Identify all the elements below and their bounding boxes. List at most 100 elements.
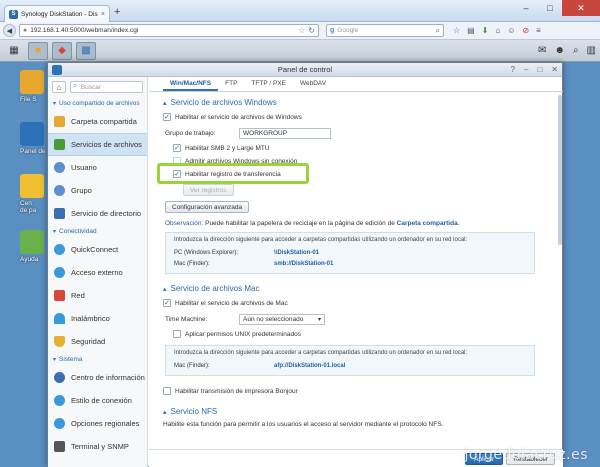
bonjour-row: Habilitar transmisión de impresora Bonjo… — [163, 385, 553, 397]
browser-tab[interactable]: S Synology DiskStation - DiskSt... × — [4, 5, 110, 22]
browser-toolbar-icons: ☆ ▤ ⬇ ⌂ ☺ ⊘ ≡ — [453, 26, 541, 35]
scrollbar[interactable] — [558, 95, 562, 245]
bonjour-checkbox[interactable] — [163, 387, 171, 395]
sidebar-item-quickconnect[interactable]: QuickConnect — [48, 238, 147, 261]
sidebar-item-label: Inalámbrico — [71, 314, 110, 323]
file-station-taskbar-icon[interactable]: ■ — [28, 41, 48, 60]
chevron-down-icon: ▾ — [317, 316, 321, 323]
windows-section-header[interactable]: ▴ Servicio de archivos Windows — [163, 96, 553, 109]
chevron-down-icon: ▾ — [53, 357, 57, 363]
tab-ftp[interactable]: FTP — [218, 77, 244, 91]
sidebar-item-label: Terminal y SNMP — [71, 442, 129, 451]
minimize-button[interactable]: – — [514, 0, 538, 16]
reload-icon[interactable]: ↻ — [308, 26, 315, 35]
sidebar-section-system[interactable]: ▾ Sistema — [48, 353, 147, 366]
sidebar-item-external-access[interactable]: Acceso externo — [48, 261, 147, 284]
control-panel-taskbar-icon[interactable]: ▩ — [76, 41, 96, 60]
enable-mac-row: ✓ Habilitar el servicio de archivos de M… — [163, 297, 553, 309]
section-title: Servicio NFS — [170, 407, 218, 416]
clipboard-icon[interactable]: ▤ — [467, 26, 475, 35]
window-controls: – □ ✕ — [514, 0, 600, 16]
main-menu-icon[interactable]: ▦ — [4, 42, 24, 60]
enable-windows-checkbox[interactable]: ✓ — [163, 113, 171, 121]
section-label: Sistema — [59, 356, 83, 363]
sidebar-item-security[interactable]: Seguridad — [48, 330, 147, 353]
smb2-checkbox[interactable]: ✓ — [173, 144, 181, 152]
globe-icon: ● — [23, 27, 28, 34]
note-label: Observación: — [165, 220, 204, 227]
window-title: Panel de control — [277, 65, 333, 74]
tab-webdav[interactable]: WebDAV — [293, 77, 333, 91]
widgets-icon[interactable]: ▥ — [587, 45, 596, 56]
nfs-section-header[interactable]: ▴ Servicio NFS — [163, 405, 553, 418]
file-station-desktop-icon[interactable] — [20, 70, 44, 94]
advanced-settings-button[interactable]: Configuración avanzada — [165, 201, 250, 213]
chat-icon[interactable]: ✉ — [538, 45, 546, 56]
star-icon[interactable]: ☆ — [298, 26, 305, 35]
search-taskbar-icon[interactable]: ⌕ — [573, 45, 579, 56]
taskbar-right-icons: ✉ ☻ ⌕ ▥ — [538, 45, 596, 56]
unix-perms-checkbox[interactable] — [173, 330, 181, 338]
bookmark-icon[interactable]: ☆ — [453, 26, 460, 35]
sidebar-item-regional-options[interactable]: Opciones regionales — [48, 412, 147, 435]
sidebar-item-group[interactable]: Grupo — [48, 179, 147, 202]
sidebar-search-input[interactable]: Buscar — [69, 81, 143, 93]
search-icon[interactable]: ⌕ — [436, 26, 440, 36]
time-machine-select[interactable]: Aún no seleccionado ▾ — [239, 313, 325, 325]
help-button[interactable]: ? — [511, 63, 515, 77]
enable-mac-checkbox[interactable]: ✓ — [163, 299, 171, 307]
download-icon[interactable]: ⬇ — [482, 26, 489, 35]
sidebar-item-info-center[interactable]: Centro de información — [48, 366, 147, 389]
control-panel-desktop-icon[interactable] — [20, 122, 44, 146]
mac-section-header[interactable]: ▴ Servicio de archivos Mac — [163, 282, 553, 295]
file-services-icon — [54, 139, 65, 150]
package-center-desktop-icon[interactable] — [20, 174, 44, 198]
terminal-icon — [54, 441, 65, 452]
maximize-button[interactable]: □ — [538, 0, 562, 16]
sidebar-item-shared-folder[interactable]: Carpeta compartida — [48, 110, 147, 133]
sidebar-item-file-services[interactable]: Servicios de archivos — [48, 133, 147, 156]
view-logs-button[interactable]: Ver registros — [183, 184, 234, 196]
info-intro: Introduzca la dirección siguiente para a… — [174, 350, 468, 356]
shared-folder-link[interactable]: Carpeta compartida — [397, 220, 458, 227]
close-window-button[interactable]: ✕ — [551, 63, 558, 77]
sidebar-item-network[interactable]: Red — [48, 284, 147, 307]
sidebar-item-terminal-snmp[interactable]: Terminal y SNMP — [48, 435, 147, 458]
package-center-taskbar-icon[interactable]: ◆ — [52, 41, 72, 60]
globe-icon — [54, 267, 65, 278]
highlight-box — [157, 163, 309, 184]
section-label: Uso compartido de archivos — [59, 100, 140, 107]
smiley-icon[interactable]: ☺ — [507, 26, 515, 35]
unix-perms-row: Aplicar permisos UNIX predeterminados — [163, 328, 553, 340]
minimize-window-button[interactable]: – — [524, 63, 528, 77]
back-icon[interactable]: ◀ — [3, 24, 16, 37]
sidebar-item-wireless[interactable]: Inalámbrico — [48, 307, 147, 330]
home-icon[interactable]: ⌂ — [495, 26, 500, 35]
tab-close-icon[interactable]: × — [101, 11, 105, 18]
synology-favicon-icon: S — [9, 9, 18, 19]
home-icon[interactable]: ⌂ — [52, 81, 66, 93]
menu-icon[interactable]: ≡ — [536, 26, 541, 35]
sidebar-item-directory-service[interactable]: Servicio de directorio — [48, 202, 147, 225]
sidebar-item-user[interactable]: Usuario — [48, 156, 147, 179]
workgroup-input[interactable]: WORKGROUP — [239, 127, 331, 139]
new-tab-button[interactable]: + — [114, 6, 120, 18]
sidebar-item-label: Usuario — [71, 163, 97, 172]
search-bar[interactable]: g Google ⌕ — [326, 24, 444, 37]
control-panel-icon — [52, 65, 62, 75]
time-machine-label: Time Machine: — [165, 315, 208, 323]
tab-tftp-pxe[interactable]: TFTP / PXE — [244, 77, 293, 91]
stop-icon[interactable]: ⊘ — [522, 26, 529, 35]
tab-win-mac-nfs[interactable]: Win/Mac/NFS — [163, 77, 219, 91]
maximize-window-button[interactable]: □ — [537, 63, 542, 77]
url-bar[interactable]: ● 192.168.1.40:5000/webman/index.cgi ☆ ↻ — [19, 24, 319, 37]
sidebar-section-connectivity[interactable]: ▾ Conectividad — [48, 225, 147, 238]
sidebar-section-file-sharing[interactable]: ▾ Uso compartido de archivos — [48, 97, 147, 110]
workgroup-label: Grupo de trabajo: — [165, 129, 216, 137]
close-window-button[interactable]: ✕ — [562, 0, 600, 16]
help-desktop-icon[interactable] — [20, 230, 44, 254]
user-icon[interactable]: ☻ — [554, 45, 565, 56]
shield-icon — [54, 336, 65, 347]
sidebar: ⌂ Buscar ▾ Uso compartido de archivos Ca… — [48, 77, 148, 467]
sidebar-item-login-style[interactable]: Estilo de conexión — [48, 389, 147, 412]
